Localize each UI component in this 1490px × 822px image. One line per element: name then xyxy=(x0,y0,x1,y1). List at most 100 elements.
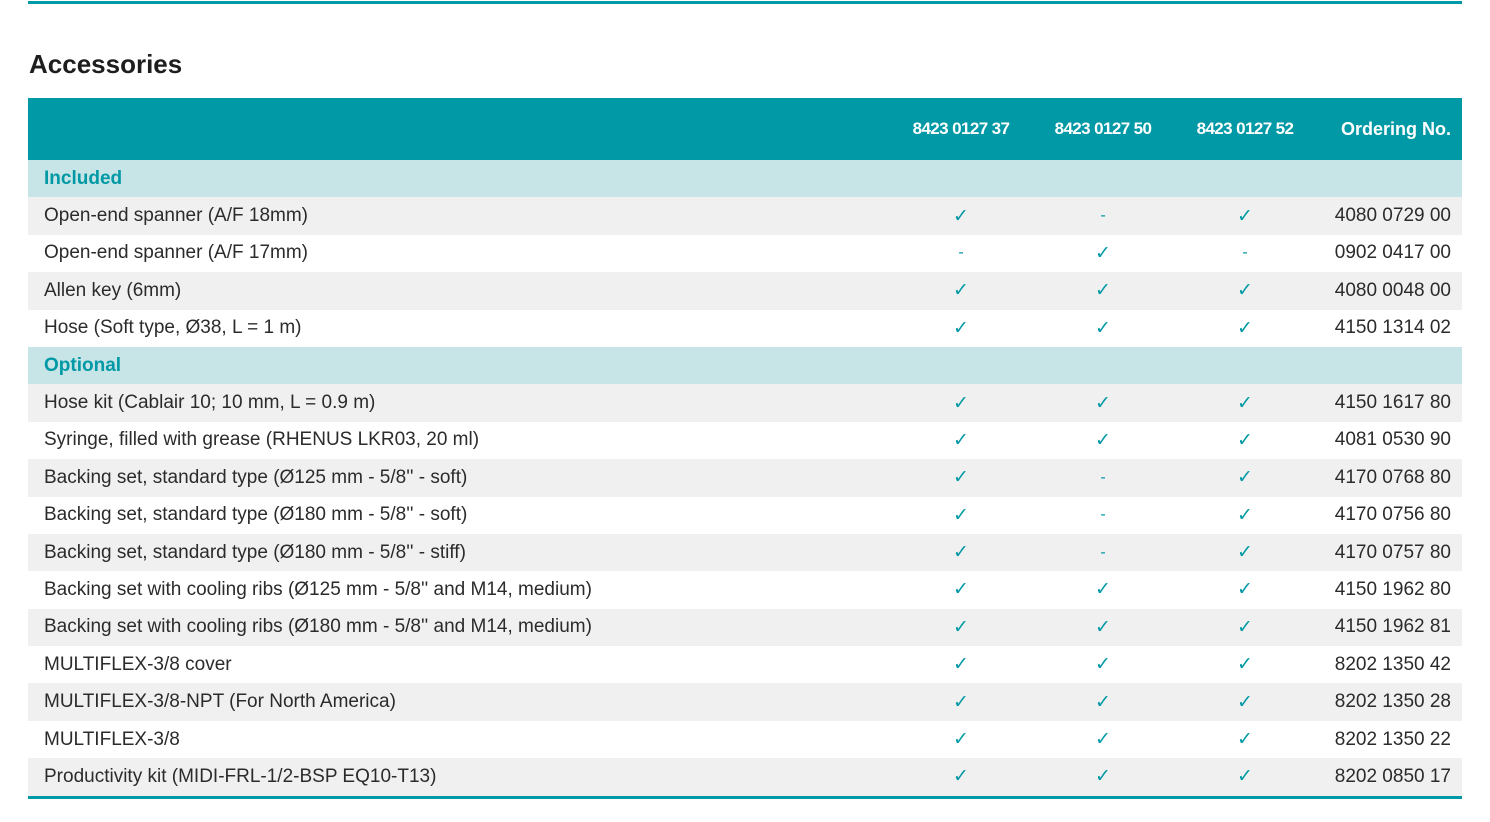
item-description: Backing set, standard type (Ø125 mm - 5/… xyxy=(44,466,468,488)
header-model-50: 8423 0127 50 xyxy=(1054,119,1152,138)
table-row: Backing set, standard type (Ø180 mm - 5/… xyxy=(28,497,1462,534)
group-label: Included xyxy=(44,167,123,189)
not-applicable-dash: - xyxy=(1100,468,1106,486)
item-description: Allen key (6mm) xyxy=(44,279,182,301)
table-row: Hose (Soft type, Ø38, L = 1 m) ✓ ✓ ✓ 4150 13… xyxy=(28,310,1462,347)
not-applicable-dash: - xyxy=(1100,543,1106,561)
check-icon: ✓ xyxy=(953,205,969,227)
ordering-number: 4080 0729 00 xyxy=(1334,205,1451,227)
ordering-number: 8202 1350 28 xyxy=(1334,691,1451,713)
item-description: Open-end spanner (A/F 17mm) xyxy=(44,242,309,264)
check-icon: ✓ xyxy=(1237,317,1253,339)
header-ordering-no: Ordering No. xyxy=(1340,118,1451,139)
ordering-number: 4150 1962 81 xyxy=(1334,616,1451,638)
check-icon: ✓ xyxy=(1095,242,1111,264)
group-row-included: Included xyxy=(28,160,1462,198)
check-icon: ✓ xyxy=(1095,766,1111,788)
check-icon: ✓ xyxy=(1237,467,1253,489)
check-icon: ✓ xyxy=(1237,542,1253,564)
check-icon: ✓ xyxy=(953,504,969,526)
ordering-number: 4150 1314 02 xyxy=(1334,317,1451,339)
check-icon: ✓ xyxy=(1237,579,1253,601)
ordering-number: 0902 0417 00 xyxy=(1334,242,1451,264)
check-icon: ✓ xyxy=(953,691,969,713)
ordering-number: 4170 0757 80 xyxy=(1334,541,1451,563)
table-row: Allen key (6mm) ✓ ✓ ✓ 4080 0048 00 xyxy=(28,272,1462,310)
ordering-number: 4081 0530 90 xyxy=(1334,429,1451,451)
item-description: Open-end spanner (A/F 18mm) xyxy=(44,205,309,227)
check-icon: ✓ xyxy=(1237,654,1253,676)
check-icon: ✓ xyxy=(953,542,969,564)
check-icon: ✓ xyxy=(953,729,969,751)
check-icon: ✓ xyxy=(953,317,969,339)
table-row: Backing set with cooling ribs (Ø180 mm -… xyxy=(28,608,1462,647)
not-applicable-dash: - xyxy=(958,244,964,262)
header-model-37: 8423 0127 37 xyxy=(912,119,1010,138)
table-row: MULTIFLEX-3/8 cover ✓ ✓ ✓ 8202 1350 42 xyxy=(28,646,1462,683)
section-title: Accessories xyxy=(29,49,183,79)
check-icon: ✓ xyxy=(1237,205,1253,227)
ordering-number: 4080 0048 00 xyxy=(1334,279,1451,301)
item-description: Backing set, standard type (Ø180 mm - 5/… xyxy=(44,504,468,526)
check-icon: ✓ xyxy=(1237,729,1253,751)
check-icon: ✓ xyxy=(953,429,969,451)
check-icon: ✓ xyxy=(953,654,969,676)
table-row: Productivity kit (MIDI-FRL-1/2-BSP EQ10-… xyxy=(28,758,1462,796)
check-icon: ✓ xyxy=(953,616,969,638)
check-icon: ✓ xyxy=(1237,616,1253,638)
not-applicable-dash: - xyxy=(1100,506,1106,524)
table-row: Open-end spanner (A/F 18mm) ✓ - ✓ 4080 0729 … xyxy=(28,197,1462,235)
ordering-number: 4150 1617 80 xyxy=(1334,392,1451,414)
item-description: Hose kit (Cablair 10; 10 mm, L = 0.9 m) xyxy=(44,392,376,414)
group-row-optional: Optional xyxy=(28,346,1462,385)
check-icon: ✓ xyxy=(1237,280,1253,302)
ordering-number: 4170 0756 80 xyxy=(1334,504,1451,526)
check-icon: ✓ xyxy=(1095,616,1111,638)
check-icon: ✓ xyxy=(1095,392,1111,414)
table-row: Backing set, standard type (Ø180 mm - 5/… xyxy=(28,533,1462,572)
check-icon: ✓ xyxy=(953,766,969,788)
item-description: MULTIFLEX-3/8 xyxy=(44,728,180,750)
top-rule xyxy=(28,1,1462,4)
check-icon: ✓ xyxy=(1095,691,1111,713)
check-icon: ✓ xyxy=(953,579,969,601)
item-description: MULTIFLEX-3/8 cover xyxy=(44,653,232,675)
check-icon: ✓ xyxy=(1237,691,1253,713)
ordering-number: 4170 0768 80 xyxy=(1334,466,1451,488)
check-icon: ✓ xyxy=(1237,766,1253,788)
check-icon: ✓ xyxy=(1237,392,1253,414)
check-icon: ✓ xyxy=(953,392,969,414)
ordering-number: 8202 1350 42 xyxy=(1334,653,1451,675)
not-applicable-dash: - xyxy=(1242,244,1248,262)
table-row: Syringe, filled with grease (RHENUS LKR0… xyxy=(28,422,1462,459)
table-row: MULTIFLEX-3/8 ✓ ✓ ✓ 8202 1350 22 xyxy=(28,721,1462,758)
table-row: Open-end spanner (A/F 17mm) - ✓ - 0902 0417 … xyxy=(28,235,1462,272)
item-description: Syringe, filled with grease (RHENUS LKR0… xyxy=(44,429,480,451)
table-row: Hose kit (Cablair 10; 10 mm, L = 0.9 m) ✓… xyxy=(28,384,1462,422)
check-icon: ✓ xyxy=(953,467,969,489)
ordering-number: 8202 0850 17 xyxy=(1334,765,1451,787)
item-description: Backing set with cooling ribs (Ø125 mm -… xyxy=(44,578,592,600)
ordering-number: 8202 1350 22 xyxy=(1334,728,1451,750)
item-description: MULTIFLEX-3/8-NPT (For North America) xyxy=(44,691,396,713)
check-icon: ✓ xyxy=(1095,729,1111,751)
table-header-row: 8423 0127 37 8423 0127 50 8423 0127 52 O… xyxy=(28,98,1462,160)
item-description: Productivity kit (MIDI-FRL-1/2-BSP EQ10-… xyxy=(44,765,437,787)
check-icon: ✓ xyxy=(1095,654,1111,676)
group-label: Optional xyxy=(44,354,122,376)
table-row: Backing set with cooling ribs (Ø125 mm -… xyxy=(28,571,1462,608)
accessories-table: 8423 0127 37 8423 0127 50 8423 0127 52 O… xyxy=(28,98,1462,799)
check-icon: ✓ xyxy=(1095,579,1111,601)
check-icon: ✓ xyxy=(1237,429,1253,451)
check-icon: ✓ xyxy=(1095,317,1111,339)
check-icon: ✓ xyxy=(1095,280,1111,302)
check-icon: ✓ xyxy=(953,280,969,302)
item-description: Backing set with cooling ribs (Ø180 mm -… xyxy=(44,616,592,638)
check-icon: ✓ xyxy=(1237,504,1253,526)
table-row: MULTIFLEX-3/8-NPT (For North America) ✓ ✓ ✓… xyxy=(28,683,1462,721)
check-icon: ✓ xyxy=(1095,429,1111,451)
header-model-52: 8423 0127 52 xyxy=(1196,119,1294,138)
table-row: Backing set, standard type (Ø125 mm - 5/… xyxy=(28,459,1462,497)
item-description: Backing set, standard type (Ø180 mm - 5/… xyxy=(44,541,466,563)
item-description: Hose (Soft type, Ø38, L = 1 m) xyxy=(44,317,302,339)
